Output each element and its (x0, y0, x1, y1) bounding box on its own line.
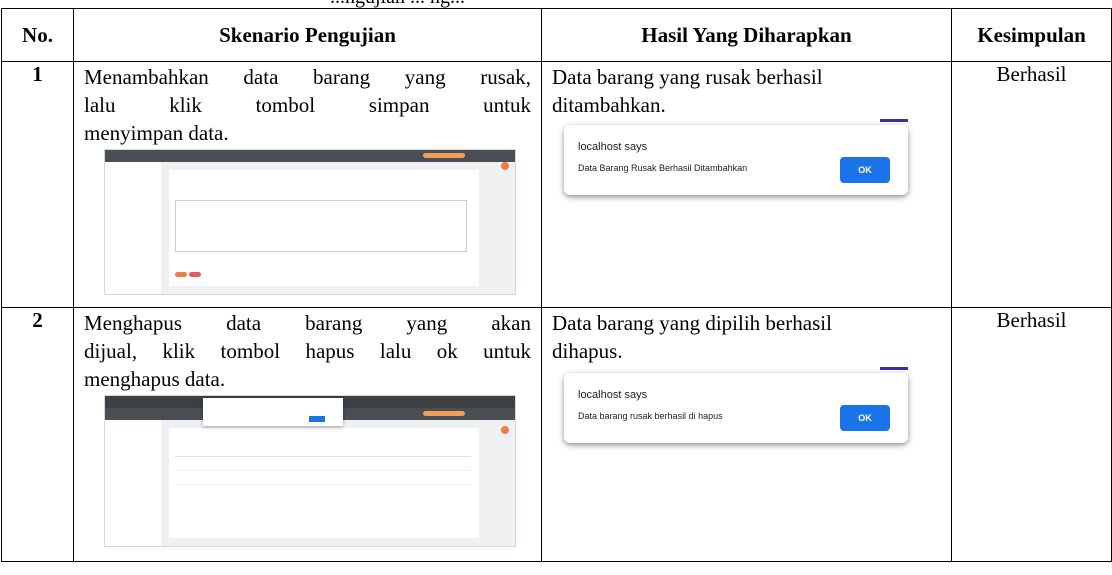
hasil-text-line: Data barang yang dipilih berhasil (552, 311, 832, 335)
hasil-text-line: ditambahkan. (552, 93, 666, 117)
dialog-title: localhost says (578, 141, 648, 153)
form-buttons (175, 264, 203, 282)
skenario-text-line: dijual, klik tombol hapus lalu ok untuk (84, 339, 531, 363)
app-screenshot-add (104, 149, 516, 295)
app-sidebar (105, 162, 161, 294)
hasil-text-line: Data barang yang rusak berhasil (552, 65, 823, 89)
app-form-panel (169, 170, 479, 286)
hasil-cell: Data barang yang dipilih berhasil dihapu… (541, 307, 952, 562)
skenario-text-line: lalu klik tombol simpan untuk (84, 93, 531, 117)
kesimpulan-cell: Berhasil (951, 307, 1112, 562)
kesimpulan-cell: Berhasil (951, 61, 1112, 308)
alert-dialog: localhost says Data Barang Rusak Berhasi… (564, 119, 908, 195)
alert-dialog: localhost says Data barang rusak berhasi… (564, 367, 908, 443)
hasil-cell: Data barang yang rusak berhasil ditambah… (541, 61, 952, 308)
skenario-text-line: menghapus data. (84, 367, 226, 391)
app-screenshot-delete (104, 395, 516, 547)
skenario-text-line: menyimpan data. (84, 121, 229, 145)
skenario-text-line: Menambahkan data barang yang rusak, (84, 65, 531, 89)
confirm-dialog (203, 398, 343, 426)
add-circle-icon (501, 426, 509, 434)
table-caption: ...ngujian ... ng... (0, 0, 1112, 8)
test-scenario-table: No. Skenario Pengujian Hasil Yang Dihara… (1, 8, 1112, 562)
table-row (175, 472, 471, 485)
dialog-message: Data Barang Rusak Berhasil Ditambahkan (578, 163, 748, 173)
app-table-panel (169, 428, 479, 538)
skenario-cell: Menghapus data barang yang akan dijual, … (73, 307, 542, 562)
table-row: 2 Menghapus data barang yang akan dijual… (1, 307, 1112, 562)
header-hasil: Hasil Yang Diharapkan (541, 8, 952, 62)
table-header (175, 450, 471, 457)
row-number: 2 (1, 307, 74, 562)
header-skenario: Skenario Pengujian (73, 8, 542, 62)
skenario-text-line: Menghapus data barang yang akan (84, 311, 531, 335)
header-no: No. (1, 8, 74, 62)
table-row: 1 Menambahkan data barang yang rusak, la… (1, 61, 1112, 308)
table-row (175, 458, 471, 471)
dialog-title: localhost says (578, 389, 648, 401)
header-row: No. Skenario Pengujian Hasil Yang Dihara… (1, 8, 1112, 62)
confirm-ok-button[interactable] (309, 416, 325, 422)
dialog-ok-button[interactable]: OK (840, 157, 890, 183)
add-circle-icon (501, 162, 509, 170)
dialog-message: Data barang rusak berhasil di hapus (578, 411, 723, 421)
dialog-ok-button[interactable]: OK (840, 405, 890, 431)
hasil-text-line: dihapus. (552, 339, 623, 363)
item-listbox (175, 200, 467, 252)
navbar-pill (423, 411, 465, 416)
header-kesimpulan: Kesimpulan (951, 8, 1112, 62)
row-number: 1 (1, 61, 74, 308)
navbar-pill (423, 153, 465, 158)
app-sidebar (105, 420, 161, 546)
skenario-cell: Menambahkan data barang yang rusak, lalu… (73, 61, 542, 308)
